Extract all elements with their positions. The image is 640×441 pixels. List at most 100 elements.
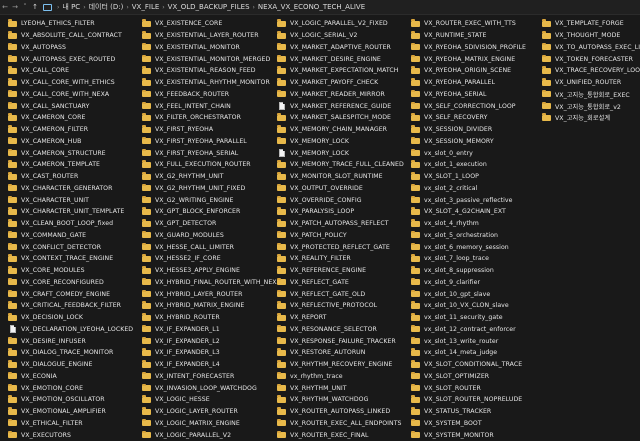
folder-item[interactable]: VX_G2_RHYTHM_UNIT [142,171,281,183]
folder-item[interactable]: VX_REPORT [277,312,404,324]
folder-item[interactable]: VX_고지능_회로설계 [542,112,640,124]
folder-item[interactable]: VX_TO_AUTOPASS_EXEC_LINK [542,42,640,54]
folder-item[interactable]: vx_slot_6_memory_session [411,241,526,253]
folder-item[interactable]: VX_CONTEXT_TRACE_ENGINE [8,253,133,265]
folder-item[interactable]: VX_COMMAND_GATE [8,230,133,242]
folder-item[interactable]: VX_SESSION_DIVIDER [411,124,526,136]
folder-item[interactable]: VX_GPT_BLOCK_ENFORCER [142,206,281,218]
folder-item[interactable]: vx_slot_4_rhythm [411,218,526,230]
folder-item[interactable]: VX_TRACE_RECOVERY_LOOP [542,65,640,77]
folder-item[interactable]: VX_EXISTENCE_CORE [142,18,281,30]
folder-item[interactable]: VX_CLEAN_BOOT_LOOP_fixed [8,218,133,230]
folder-item[interactable]: vx_slot_10_VX_CLON_slave [411,300,526,312]
folder-item[interactable]: VX_AUTOPASS [8,42,133,54]
folder-item[interactable]: VX_CAMERON_TEMPLATE [8,159,133,171]
folder-item[interactable]: VX_CAMERON_HUB [8,136,133,148]
folder-item[interactable]: VX_LOGIC_PARALLEL_V2 [142,429,281,441]
folder-item[interactable]: VX_HYBRID_LAYER_ROUTER [142,288,281,300]
chevron-right-icon[interactable]: › [162,4,164,11]
folder-item[interactable]: VX_FEEL_INTENT_CHAIN [142,100,281,112]
folder-item[interactable]: VX_EXISTENTIAL_REASON_FEED [142,65,281,77]
folder-item[interactable]: VX_IF_EXPANDER_L2 [142,335,281,347]
folder-item[interactable]: VX_FIRST_RYEOHA_PARALLEL [142,136,281,148]
folder-item[interactable]: VX_CAMERON_FILTER [8,124,133,136]
folder-item[interactable]: VX_EXISTENTIAL_LAYER_ROUTER [142,30,281,42]
folder-item[interactable]: VX_THOUGHT_MODE [542,30,640,42]
chevron-right-icon[interactable]: › [126,4,128,11]
folder-item[interactable]: VX_HESSE_CALL_LIMITER [142,241,281,253]
folder-item[interactable]: VX_CAMERON_STRUCTURE [8,147,133,159]
breadcrumb-item[interactable]: 데이터 (D:) [89,2,124,12]
folder-item[interactable]: VX_TOKEN_FORECASTER [542,53,640,65]
folder-item[interactable]: VX_MARKET_PAYOFF_CHECK [277,77,404,89]
folder-item[interactable]: VX_SLOT_ROUTER [411,382,526,394]
folder-item[interactable]: vx_slot_10_gpt_slave [411,288,526,300]
folder-item[interactable]: VX_CRAFT_COMEDY_ENGINE [8,288,133,300]
folder-item[interactable]: VX_HESSE3_APPLY_ENGINE [142,265,281,277]
folder-item[interactable]: VX_RESPONSE_FAILURE_TRACKER [277,335,404,347]
folder-item[interactable]: VX_GUARD_MODULES [142,230,281,242]
folder-item[interactable]: VX_REFLECT_GATE [277,277,404,289]
folder-item[interactable]: VX_EMOTION_CORE [8,382,133,394]
folder-item[interactable]: VX_MARKET_READER_MIRROR [277,89,404,101]
folder-item[interactable]: vx_slot_2_critical [411,183,526,195]
folder-item[interactable]: VX_CHARACTER_UNIT_TEMPLATE [8,206,133,218]
folder-item[interactable]: VX_ROUTER_EXEC_WITH_TTS [411,18,526,30]
folder-item[interactable]: vx_slot_5_orchestration [411,230,526,242]
folder-item[interactable]: VX_RUNTIME_STATE [411,30,526,42]
folder-item[interactable]: VX_RYEOHA_PARALLEL [411,77,526,89]
folder-item[interactable]: VX_G2_WRITING_ENGINE [142,194,281,206]
folder-item[interactable]: VX_GPT_DETECTOR [142,218,281,230]
folder-item[interactable]: VX_EMOTIONAL_AMPLIFIER [8,406,133,418]
chevron-right-icon[interactable]: › [253,4,255,11]
folder-item[interactable]: VX_HESSE2_IF_CORE [142,253,281,265]
folder-item[interactable]: VX_ROUTER_AUTOPASS_LINKED [277,406,404,418]
folder-item[interactable]: VX_RHYTHM_UNIT [277,382,404,394]
folder-item[interactable]: VX_PATCH_POLICY [277,230,404,242]
folder-item[interactable]: VX_PATCH_AUTOPASS_REFLECT [277,218,404,230]
folder-item[interactable]: VX_ROUTER_EXEC_FINAL [277,429,404,441]
folder-item[interactable]: VX_FIRST_RYEOHA [142,124,281,136]
folder-item[interactable]: VX_MARKET_EXPECTATION_MATCH [277,65,404,77]
folder-item[interactable]: VX_RESONANCE_SELECTOR [277,324,404,336]
folder-item[interactable]: VX_FULL_EXECUTION_ROUTER [142,159,281,171]
folder-item[interactable]: VX_SYSTEM_MONITOR [411,429,526,441]
folder-item[interactable]: vx_rhythm_trace [277,371,404,383]
chevron-right-icon[interactable]: › [83,4,85,11]
folder-item[interactable]: VX_EXISTENTIAL_MONITOR_MERGED [142,53,281,65]
folder-item[interactable]: LYEOHA_ETHICS_FILTER [8,18,133,30]
folder-item[interactable]: VX_HYBRID_ROUTER [142,312,281,324]
file-item[interactable]: VX_DECLARATION_LYEOHA_LOCKED [8,324,133,336]
folder-item[interactable]: VX_CONFLICT_DETECTOR [8,241,133,253]
folder-item[interactable]: VX_STATUS_TRACKER [411,406,526,418]
folder-item[interactable]: VX_UNIFIED_ROUTER [542,77,640,89]
folder-item[interactable]: VX_G2_RHYTHM_UNIT_FIXED [142,183,281,195]
breadcrumb-item[interactable]: 내 PC [62,2,80,12]
folder-item[interactable]: VX_REALITY_FILTER [277,253,404,265]
folder-item[interactable]: VX_고지능_통합회로_EXEC [542,89,640,101]
folder-item[interactable]: VX_CAST_ROUTER [8,171,133,183]
folder-item[interactable]: VX_DIALOG_TRACE_MONITOR [8,347,133,359]
folder-item[interactable]: VX_MEMORY_TRACE_FULL_CLEANED [277,159,404,171]
chevron-down-icon[interactable]: ˅ [20,3,30,11]
up-icon[interactable]: ↑ [30,3,40,11]
folder-item[interactable]: vx_slot_9_clarifier [411,277,526,289]
folder-item[interactable]: VX_SELF_CORRECTION_LOOP [411,100,526,112]
folder-item[interactable]: VX_ABSOLUTE_CALL_CONTRACT [8,30,133,42]
folder-item[interactable]: VX_CAMERON_CORE [8,112,133,124]
folder-item[interactable]: VX_RYEOHA_5DIVISION_PROFILE [411,42,526,54]
folder-item[interactable]: VX_RYEOHA_ORIGIN_SCENE [411,65,526,77]
folder-item[interactable]: vx_slot_8_suppression [411,265,526,277]
folder-item[interactable]: VX_ETHICAL_FILTER [8,418,133,430]
folder-item[interactable]: VX_SLOT_CONDITIONAL_TRACE [411,359,526,371]
folder-item[interactable]: VX_MEMORY_LOCK [277,136,404,148]
folder-item[interactable]: VX_FIRST_RYEOHA_SERIAL [142,147,281,159]
folder-item[interactable]: VX_IF_EXPANDER_L4 [142,359,281,371]
folder-item[interactable]: VX_IF_EXPANDER_L3 [142,347,281,359]
folder-item[interactable]: VX_CORE_MODULES [8,265,133,277]
folder-item[interactable]: VX_CALL_CORE [8,65,133,77]
folder-item[interactable]: VX_ECONIA [8,371,133,383]
folder-item[interactable]: VX_CRITICAL_FEEDBACK_FILTER [8,300,133,312]
file-item[interactable]: VX_MARKET_REFERENCE_GUIDE [277,100,404,112]
folder-item[interactable]: VX_EMOTION_OSCILLATOR [8,394,133,406]
